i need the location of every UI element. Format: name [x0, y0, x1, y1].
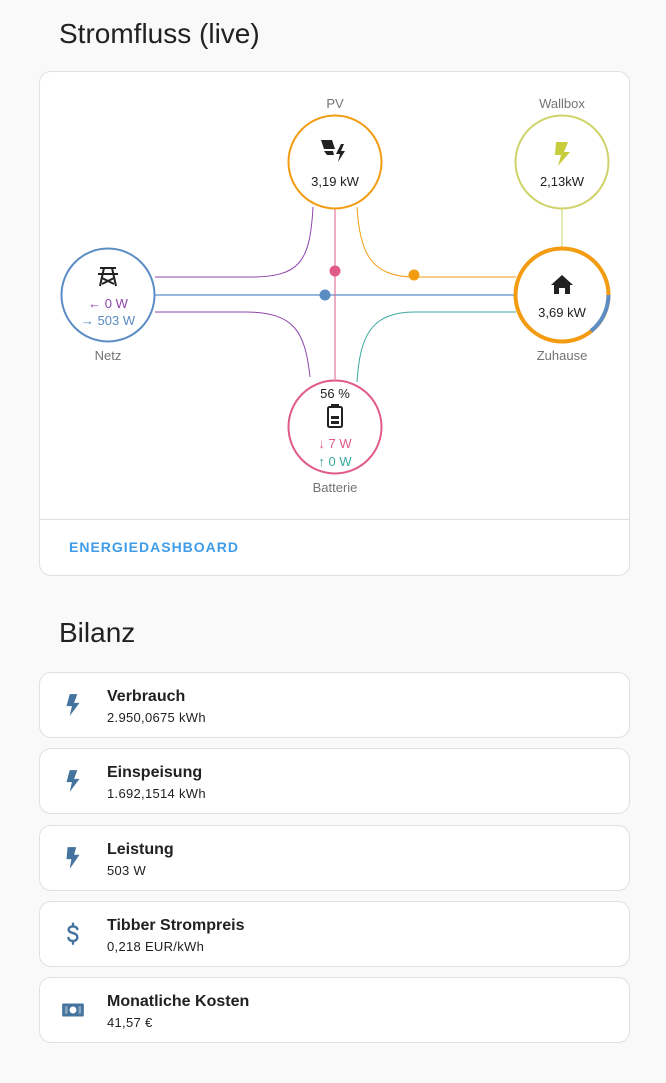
pv-node[interactable]	[287, 114, 383, 210]
dollar-icon	[67, 922, 79, 945]
battery-in-value: 7 W	[329, 436, 353, 451]
card-divider	[40, 519, 629, 520]
entity-name: Einspeisung	[107, 764, 203, 781]
arrow-up-icon: ↑	[318, 454, 328, 469]
wallbox-label: Wallbox	[539, 96, 585, 111]
energy-flow-card: PV 3,19 kW Wallbox 2,13kW ← 0 W → 503 W …	[39, 71, 630, 576]
flow-solar-to-home	[356, 206, 516, 278]
arrow-down-icon: ↓	[318, 436, 328, 451]
grid-export-value: 503 W	[98, 313, 136, 328]
battery-out-value: 0 W	[329, 454, 353, 469]
entity-row-consumption[interactable]: Verbrauch 2.950,0675 kWh	[39, 672, 630, 738]
entity-state: 0,218 EUR/kWh	[107, 939, 205, 954]
wallbox-value: 2,13kW	[540, 174, 585, 189]
balance-section-title: Bilanz	[59, 617, 136, 648]
grid-import: ← 0 W	[88, 296, 128, 311]
entity-state: 41,57 €	[107, 1015, 153, 1030]
grid-label: Netz	[95, 348, 122, 363]
energy-flow-diagram: PV 3,19 kW Wallbox 2,13kW ← 0 W → 503 W …	[60, 96, 611, 495]
cash-icon	[62, 1003, 84, 1017]
home-value: 3,69 kW	[538, 305, 586, 320]
entity-name: Leistung	[107, 841, 174, 858]
flow-solar-to-grid	[155, 206, 314, 278]
flow-battery-to-home	[356, 311, 516, 383]
entity-name: Tibber Strompreis	[107, 917, 245, 934]
entity-row-price[interactable]: Tibber Strompreis 0,218 EUR/kWh	[39, 901, 630, 967]
battery-out: ↑ 0 W	[318, 454, 352, 469]
flow-dot-solar-home	[408, 269, 420, 281]
entity-row-monthly-cost[interactable]: Monatliche Kosten 41,57 €	[39, 977, 630, 1043]
entity-name: Verbrauch	[107, 688, 186, 705]
battery-label: Batterie	[313, 480, 358, 495]
flow-dot-grid-home	[319, 289, 331, 301]
entity-row-power[interactable]: Leistung 503 W	[39, 825, 630, 891]
battery-in: ↓ 7 W	[318, 436, 352, 451]
flash-bold-icon	[66, 847, 80, 869]
entity-state: 2.950,0675 kWh	[107, 710, 206, 725]
flow-section-title: Stromfluss (live)	[59, 18, 260, 49]
entity-name: Monatliche Kosten	[107, 993, 250, 1010]
energy-dashboard-link[interactable]: Energiedashboard	[69, 539, 239, 555]
wallbox-node[interactable]	[514, 114, 610, 210]
grid-import-value: 0 W	[105, 296, 129, 311]
entity-state: 1.692,1514 kWh	[107, 786, 206, 801]
pv-value: 3,19 kW	[311, 174, 359, 189]
arrow-left-icon: ←	[88, 296, 105, 311]
flow-dot-solar-battery	[329, 265, 341, 277]
arrow-right-icon: →	[81, 313, 98, 328]
entity-state: 503 W	[107, 863, 147, 878]
entity-row-feed-in[interactable]: Einspeisung 1.692,1514 kWh	[39, 748, 630, 814]
battery-soc: 56 %	[320, 386, 350, 401]
home-label: Zuhause	[537, 348, 588, 363]
flash-icon	[66, 770, 80, 792]
flash-icon	[66, 694, 80, 716]
flow-grid-to-battery	[155, 311, 311, 378]
pv-label: PV	[326, 96, 344, 111]
grid-export: → 503 W	[81, 313, 136, 328]
